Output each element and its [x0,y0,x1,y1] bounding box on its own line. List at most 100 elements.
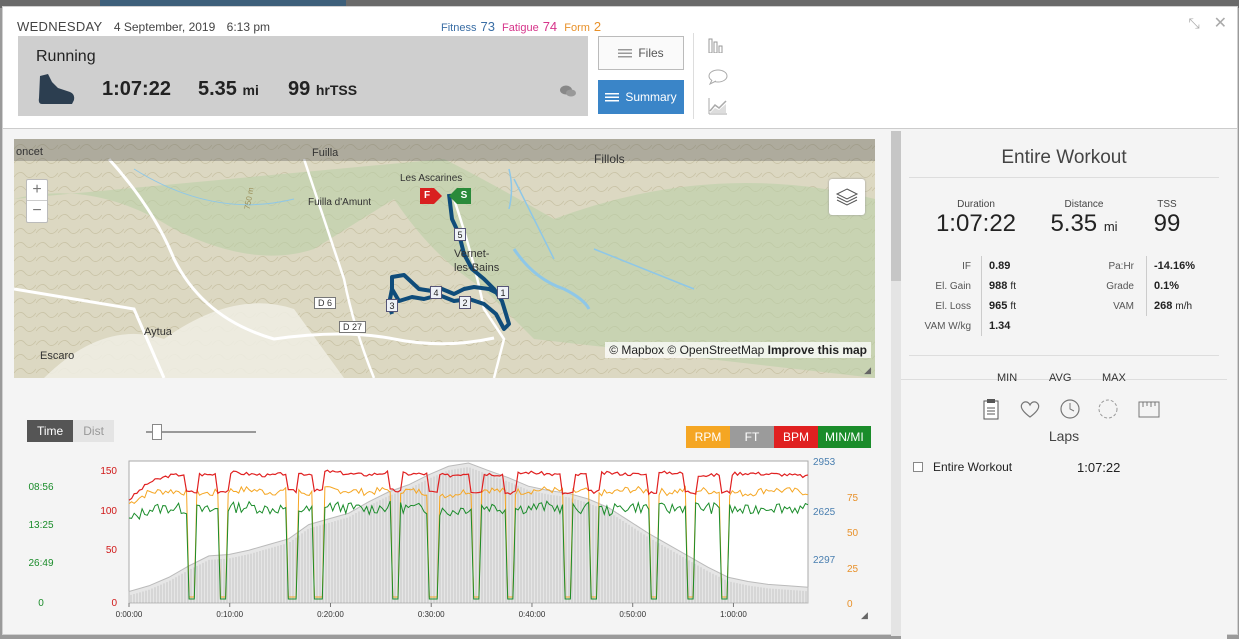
lap-marker-1[interactable]: 1 [497,286,509,299]
vam-wkg-value: 1.34 [989,320,1011,332]
form-value: 2 [593,19,602,34]
window-controls: ⤡ ✕ [1179,13,1228,33]
duration-value: 1:07:22 [102,78,171,100]
tss-value: 99 [288,78,311,100]
legend-rpm[interactable]: RPM [686,426,730,448]
map-label-ascarines: Les Ascarines [400,173,463,184]
weekday: WEDNESDAY [17,19,103,34]
x-tick-label: 0:30:00 [418,610,445,619]
attrib-improve-link[interactable]: Improve this map [768,343,867,357]
el-loss-unit: ft [1010,301,1016,312]
lap-row-checkbox[interactable] [913,462,923,472]
stats-col-divider-2 [1146,256,1147,316]
clipboard-icon[interactable] [981,398,1001,420]
road-sign-d27: D 27 [339,321,367,333]
heart-icon[interactable] [1019,398,1041,420]
legend-bpm[interactable]: BPM [774,426,818,448]
el-gain-value: 988 [989,280,1008,292]
min-label[interactable]: MIN [997,372,1017,384]
summary-button[interactable]: Summary [598,80,684,114]
minimize-icon[interactable]: ⤡ [1189,15,1200,31]
fatigue-label: Fatigue [502,22,539,34]
bpm-tick-label: 100 [100,506,117,517]
layers-icon [835,188,859,206]
files-button[interactable]: Files [598,36,684,70]
lap-row-time: 1:07:22 [1077,460,1121,475]
stat-duration-label: Duration [957,199,995,210]
pahr-value: -14.16% [1154,260,1195,272]
stat-duration: Duration 1:07:22 [931,199,1021,238]
stat-distance-value: 5.35 [1050,210,1098,237]
legend-min-mi[interactable]: MIN/MI [818,426,871,448]
attrib-mapbox[interactable]: © Mapbox [609,343,664,357]
map-label-concet: oncet [16,146,43,158]
map-label-vernet: Vernet- les-Bains [454,248,500,274]
x-tick-label: 0:10:00 [216,610,243,619]
distance-unit: mi [242,82,259,98]
lap-marker-5[interactable]: 5 [454,228,466,241]
lap-marker-4[interactable]: 4 [430,286,442,299]
time-toggle-button[interactable]: Time [27,420,74,442]
finish-marker[interactable]: F [420,188,434,204]
elevation-tick-label: 2297 [813,555,836,566]
start-flag-tip-icon [449,188,457,204]
grade-label: Grade [1106,281,1134,292]
workout-header: WEDNESDAY 4 September, 2019 6:13 pm Fitn… [3,7,1237,129]
power-zone-icon[interactable] [1097,398,1119,420]
comment-bubble-icon[interactable] [708,69,728,85]
map-label-escaro: Escaro [40,350,75,362]
clock-icon[interactable] [1059,398,1081,420]
start-marker[interactable]: S [457,188,471,204]
map-top-band [14,139,875,161]
fitness-value: 73 [480,19,495,34]
bpm-tick-label: 50 [106,545,118,556]
zoom-out-button[interactable]: − [27,201,47,222]
laps-title: Laps [1048,428,1080,444]
slider-knob[interactable] [152,424,162,440]
comments-icon[interactable] [560,84,576,98]
vam-label: VAM [1113,301,1134,312]
attrib-osm[interactable]: © OpenStreetMap [667,343,764,357]
map-layers-button[interactable] [829,179,865,215]
stat-distance-label: Distance [1064,199,1104,210]
map-attribution: © Mapbox © OpenStreetMap Improve this ma… [605,342,871,358]
chart-resize-handle-icon[interactable]: ◢ [861,610,868,621]
elevation-tick-label: 2953 [813,457,836,468]
scrollbar-thumb[interactable] [891,131,901,281]
chart-legend: RPM FT BPM MIN/MI [686,426,871,448]
grade-value: 0.1% [1154,280,1180,292]
distance-value: 5.35 [198,78,237,100]
avg-label[interactable]: AVG [1049,372,1071,384]
bar-chart-icon[interactable] [708,37,726,53]
finish-flag-tip-icon [434,188,442,204]
ruler-icon[interactable] [1137,398,1161,420]
workout-modal: WEDNESDAY 4 September, 2019 6:13 pm Fitn… [2,6,1238,639]
tss-unit: hrTSS [315,82,358,98]
vam-value: 268 [1154,300,1173,312]
lap-marker-2[interactable]: 2 [459,296,471,309]
smoothing-slider[interactable] [146,424,256,440]
summary-panel: Entire Workout Duration 1:07:22 Distance… [901,131,1227,639]
zoom-in-button[interactable]: + [27,180,47,201]
route-map[interactable]: oncet Fuilla Fillols Les Ascarines Fuill… [14,139,875,378]
time: 6:13 pm [226,20,270,34]
close-icon[interactable]: ✕ [1214,15,1227,32]
stat-tss: TSS 99 [1137,199,1197,238]
pace-tick-label: 0 [38,598,44,609]
max-label[interactable]: MAX [1102,372,1126,384]
date-line: WEDNESDAY 4 September, 2019 6:13 pm [17,19,270,34]
x-tick-label: 0:00:00 [116,610,143,619]
if-label: IF [962,261,971,272]
workout-chart[interactable]: 0:00:00 0:10:00 0:20:00 0:30:00 0:40:00 0:50:… [13,447,873,627]
dist-toggle-button[interactable]: Dist [73,420,114,442]
legend-ft[interactable]: FT [730,426,774,448]
lap-marker-3[interactable]: 3 [386,299,398,312]
map-resize-handle-icon[interactable]: ◢ [864,365,871,376]
time-dist-toggle: Time Dist [27,420,114,442]
panel-title: Entire Workout [1001,147,1127,168]
panel-scrollbar[interactable] [891,131,901,636]
vam-unit: m/h [1175,301,1193,312]
analysis-chart-icon[interactable] [708,97,728,115]
stat-tss-value: 99 [1153,210,1181,237]
running-shoe-icon [38,74,75,104]
